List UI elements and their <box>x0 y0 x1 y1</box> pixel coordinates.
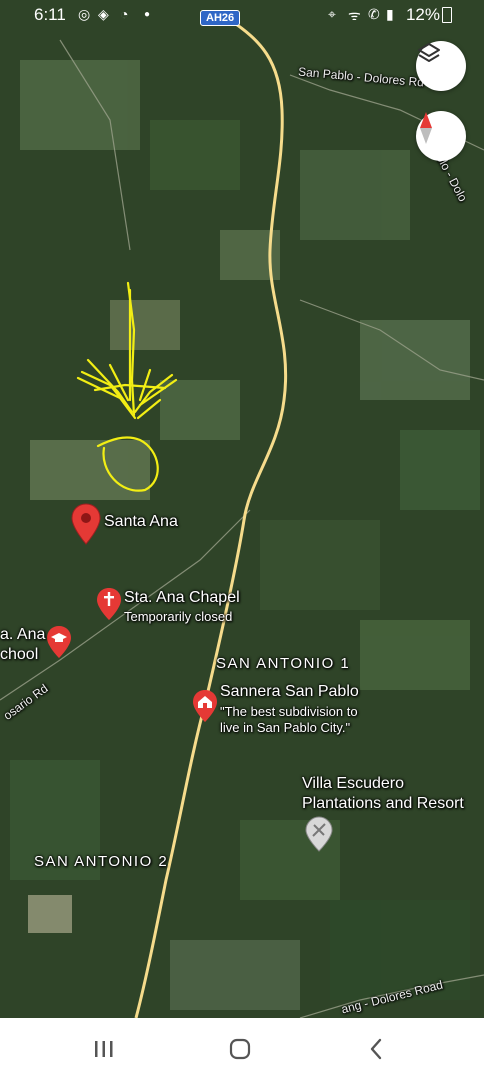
sannera-pin[interactable] <box>192 689 218 723</box>
signal-icon: ▮ <box>386 6 394 22</box>
wifi-icon: ᯤ <box>348 7 361 23</box>
app-notification-icon-2: ◈ <box>98 6 109 22</box>
status-time: 6:11 <box>34 5 66 24</box>
sannera-desc-line1: "The best subdivision to <box>220 704 358 719</box>
app-notification-icon: ◎ <box>78 6 91 22</box>
app-notification-icon-3: ◔ <box>120 6 129 22</box>
villa-escudero-line2[interactable]: Plantations and Resort <box>302 795 464 813</box>
chapel-status-label: Temporarily closed <box>124 609 233 624</box>
santa-ana-label[interactable]: Santa Ana <box>104 513 178 531</box>
resort-icon <box>305 816 333 852</box>
battery-percent: 12% <box>405 5 440 24</box>
call-icon: ✆ <box>368 6 380 22</box>
area-label-san-antonio-1: SAN ANTONIO 1 <box>216 655 351 672</box>
school-label-line1[interactable]: a. Ana <box>0 626 45 644</box>
sannera-desc-line2: live in San Pablo City." <box>220 720 351 735</box>
more-notifications-dot: ● <box>144 9 151 20</box>
santa-ana-pin[interactable] <box>70 502 102 546</box>
home-button[interactable] <box>220 1034 260 1064</box>
villa-escudero-line1[interactable]: Villa Escudero <box>302 775 404 793</box>
compass-button[interactable] <box>416 111 466 161</box>
recents-button[interactable] <box>84 1034 124 1064</box>
recents-icon <box>95 1041 113 1057</box>
battery-icon <box>442 7 452 23</box>
school-icon <box>47 626 71 658</box>
school-label-line2[interactable]: chool <box>0 646 38 664</box>
layers-button[interactable] <box>416 41 466 91</box>
chapel-pin[interactable] <box>96 587 122 621</box>
area-label-san-antonio-2: SAN ANTONIO 2 <box>34 853 169 870</box>
map-pin-icon <box>71 503 101 545</box>
home-icon <box>229 1038 251 1060</box>
church-icon <box>97 588 121 620</box>
back-icon <box>370 1038 382 1060</box>
layers-icon <box>418 43 440 62</box>
villa-escudero-pin[interactable] <box>305 816 333 852</box>
home-icon <box>193 690 217 722</box>
sannera-name-label[interactable]: Sannera San Pablo <box>220 683 359 701</box>
school-pin[interactable] <box>46 625 72 659</box>
system-nav-bar <box>0 1018 484 1080</box>
map-view[interactable]: AH26 San Pablo - Dolores Rd blo - Dolo a… <box>0 0 484 1018</box>
back-button[interactable] <box>356 1034 396 1064</box>
status-bar: 6:11 ◎ ◈ ◔ ● ⌖ ᯤ ✆ ▮ 12% <box>0 0 484 32</box>
location-icon: ⌖ <box>328 6 336 22</box>
chapel-name-label[interactable]: Sta. Ana Chapel <box>124 589 240 607</box>
compass-icon <box>420 112 432 144</box>
